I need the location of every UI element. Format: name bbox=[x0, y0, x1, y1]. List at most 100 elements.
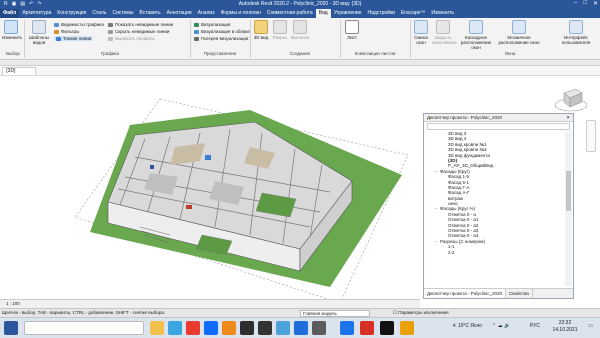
callout-label: Выноска bbox=[291, 35, 310, 40]
app-icon[interactable] bbox=[240, 321, 254, 335]
render-cloud-button[interactable]: Визуализация в облаке bbox=[194, 29, 250, 34]
tree-item-label: 3D вид 4 bbox=[448, 136, 467, 142]
tab-project-browser[interactable]: Диспетчер проекта - Polyclinic_2020 bbox=[424, 289, 507, 298]
modify-button[interactable]: Изменить bbox=[2, 20, 23, 40]
modify-label: Изменить bbox=[2, 35, 23, 40]
viewcube[interactable] bbox=[552, 85, 590, 115]
group-sheet-composition: Композиция листов bbox=[354, 51, 396, 56]
search-bar[interactable] bbox=[24, 321, 144, 335]
3d-view-label: 3D вид bbox=[253, 35, 269, 40]
tree-item-label: 2-2 bbox=[448, 249, 455, 255]
group-select[interactable]: Выбор bbox=[2, 51, 24, 56]
app-icon[interactable] bbox=[258, 321, 272, 335]
clock-time: 22:32 bbox=[558, 320, 572, 326]
project-browser-scrollbar[interactable] bbox=[565, 131, 572, 286]
edge-icon[interactable] bbox=[168, 321, 182, 335]
tab-analyze[interactable]: Анализ bbox=[195, 9, 218, 18]
maximize-icon[interactable]: □ bbox=[583, 0, 587, 7]
project-browser-search[interactable] bbox=[427, 123, 570, 130]
tree-item-label: 3D вид кровли №2 bbox=[448, 147, 487, 153]
clock[interactable]: 22:32 14.10.2021 bbox=[548, 320, 582, 334]
cut-profile-button[interactable]: Вырезать профиль bbox=[108, 36, 155, 41]
scrollbar-thumb[interactable] bbox=[566, 171, 571, 211]
app-icon[interactable] bbox=[294, 321, 308, 335]
tab-massing[interactable]: Формы и генплан bbox=[218, 9, 264, 18]
tab-systems[interactable]: Системы bbox=[109, 9, 136, 18]
tree-item-label: Отметка 0 - а1 bbox=[448, 217, 479, 223]
tree-item-label: Фасады (Круг %) bbox=[440, 206, 476, 212]
tab-properties[interactable]: Свойства bbox=[506, 289, 533, 298]
tab-manage[interactable]: Управление bbox=[331, 9, 365, 18]
workset-selector[interactable]: Главная модель bbox=[300, 310, 370, 317]
app-icon[interactable] bbox=[380, 321, 394, 335]
thin-lines-button[interactable]: Тонкие линии bbox=[54, 36, 94, 41]
tab-collaborate[interactable]: Совместная работа bbox=[264, 9, 316, 18]
view-tabs: {3D} bbox=[0, 66, 600, 76]
tree-item-label: P_AP_3D_ОбщийВид bbox=[448, 163, 494, 169]
file-explorer-icon[interactable] bbox=[150, 321, 164, 335]
photoshop-icon[interactable] bbox=[204, 321, 218, 335]
clock-date: 14.10.2021 bbox=[552, 327, 578, 333]
windows-start-icon[interactable] bbox=[4, 321, 18, 335]
view-templates-button[interactable]: Шаблоны видов bbox=[28, 20, 50, 45]
visibility-label: Видимость/ графика bbox=[61, 22, 104, 27]
visibility-graphics-button[interactable]: Видимость/ графика bbox=[54, 22, 104, 27]
tab-addins[interactable]: Надстройки bbox=[365, 9, 398, 18]
yandex-icon[interactable] bbox=[186, 321, 200, 335]
show-hidden-lines-button[interactable]: Показать невидимые линии bbox=[108, 22, 173, 27]
tree-item-label: витраж bbox=[448, 195, 463, 201]
tile-windows-button[interactable]: Мозаичное расположение окон bbox=[498, 20, 540, 45]
close-icon[interactable]: ✕ bbox=[593, 0, 598, 7]
switch-windows-button[interactable]: Смена окон bbox=[412, 20, 430, 45]
weather-label: 10°C Ясно bbox=[457, 323, 483, 329]
browser-tree-item[interactable]: 2-2 bbox=[427, 250, 563, 255]
tab-structure[interactable]: Конструкция bbox=[54, 9, 89, 18]
tray-icons[interactable]: ⌃ ☁ 🔊 bbox=[492, 323, 510, 329]
tab-view[interactable]: Вид bbox=[315, 9, 331, 18]
user-interface-button[interactable]: Интерфейс пользователя bbox=[560, 20, 592, 45]
language-indicator[interactable]: РУС bbox=[530, 323, 540, 329]
group-graphics: Графика bbox=[101, 51, 119, 56]
close-inactive-label: Закрыть неактивные bbox=[432, 35, 457, 45]
viewcube-icon bbox=[554, 88, 588, 112]
tree-item-label: Отметка 0 - а2 bbox=[448, 222, 479, 228]
tab-steel[interactable]: Сталь bbox=[89, 9, 109, 18]
tab-file[interactable]: Файл bbox=[0, 9, 20, 18]
3d-view-button[interactable]: 3D вид bbox=[253, 20, 269, 40]
revit-icon[interactable] bbox=[340, 321, 354, 335]
cascade-windows-button[interactable]: Каскадное расположение окон bbox=[456, 20, 496, 50]
weather-widget[interactable]: ☀ 10°C Ясно bbox=[452, 323, 482, 329]
app-icon[interactable] bbox=[222, 321, 236, 335]
revit-running-icon[interactable] bbox=[360, 321, 374, 335]
filters-button[interactable]: Фильтры bbox=[54, 29, 79, 34]
telegram-icon[interactable] bbox=[276, 321, 290, 335]
group-presentation: Представление bbox=[203, 51, 237, 56]
minimize-icon[interactable]: – bbox=[574, 0, 577, 7]
tab-enscape[interactable]: Enscape™ bbox=[398, 9, 428, 18]
render-gallery-button[interactable]: Галерея визуализации bbox=[194, 36, 248, 41]
exclusion-options[interactable]: ☐ Параметры исключения bbox=[393, 310, 449, 316]
render-button[interactable]: Визуализация bbox=[194, 22, 230, 27]
tab-insert[interactable]: Вставить bbox=[136, 9, 163, 18]
close-inactive-icon bbox=[436, 20, 450, 34]
section-button[interactable]: Разрез bbox=[271, 20, 289, 40]
hide-hidden-lines-button[interactable]: Скрыть невидимые линии bbox=[108, 29, 169, 34]
callout-button[interactable]: Выноска bbox=[291, 20, 309, 40]
app-icon[interactable] bbox=[400, 321, 414, 335]
tree-item-label: 3D вид кровли №1 bbox=[448, 141, 487, 147]
view-tab-3d[interactable]: {3D} bbox=[2, 67, 36, 75]
navigation-bar[interactable] bbox=[586, 120, 596, 152]
window-controls: – □ ✕ bbox=[574, 0, 598, 7]
sheet-button[interactable]: Лист bbox=[345, 20, 359, 40]
tab-modify[interactable]: Изменить bbox=[428, 9, 457, 18]
gallery-icon bbox=[194, 36, 199, 41]
tile-icon bbox=[512, 20, 526, 34]
scale-selector[interactable]: 1 : 100 bbox=[6, 301, 20, 306]
tab-annotate[interactable]: Аннотации bbox=[164, 9, 195, 18]
notifications-icon[interactable]: ▭ bbox=[588, 323, 593, 329]
app-icon[interactable] bbox=[312, 321, 326, 335]
close-inactive-button[interactable]: Закрыть неактивные bbox=[432, 20, 457, 45]
tab-architecture[interactable]: Архитектура bbox=[19, 9, 54, 18]
close-icon[interactable]: ✕ bbox=[566, 114, 570, 121]
title-bar: R ▣ ▤ ↶ ↷ Autodesk Revit 2020.2 - Polycl… bbox=[0, 0, 600, 9]
